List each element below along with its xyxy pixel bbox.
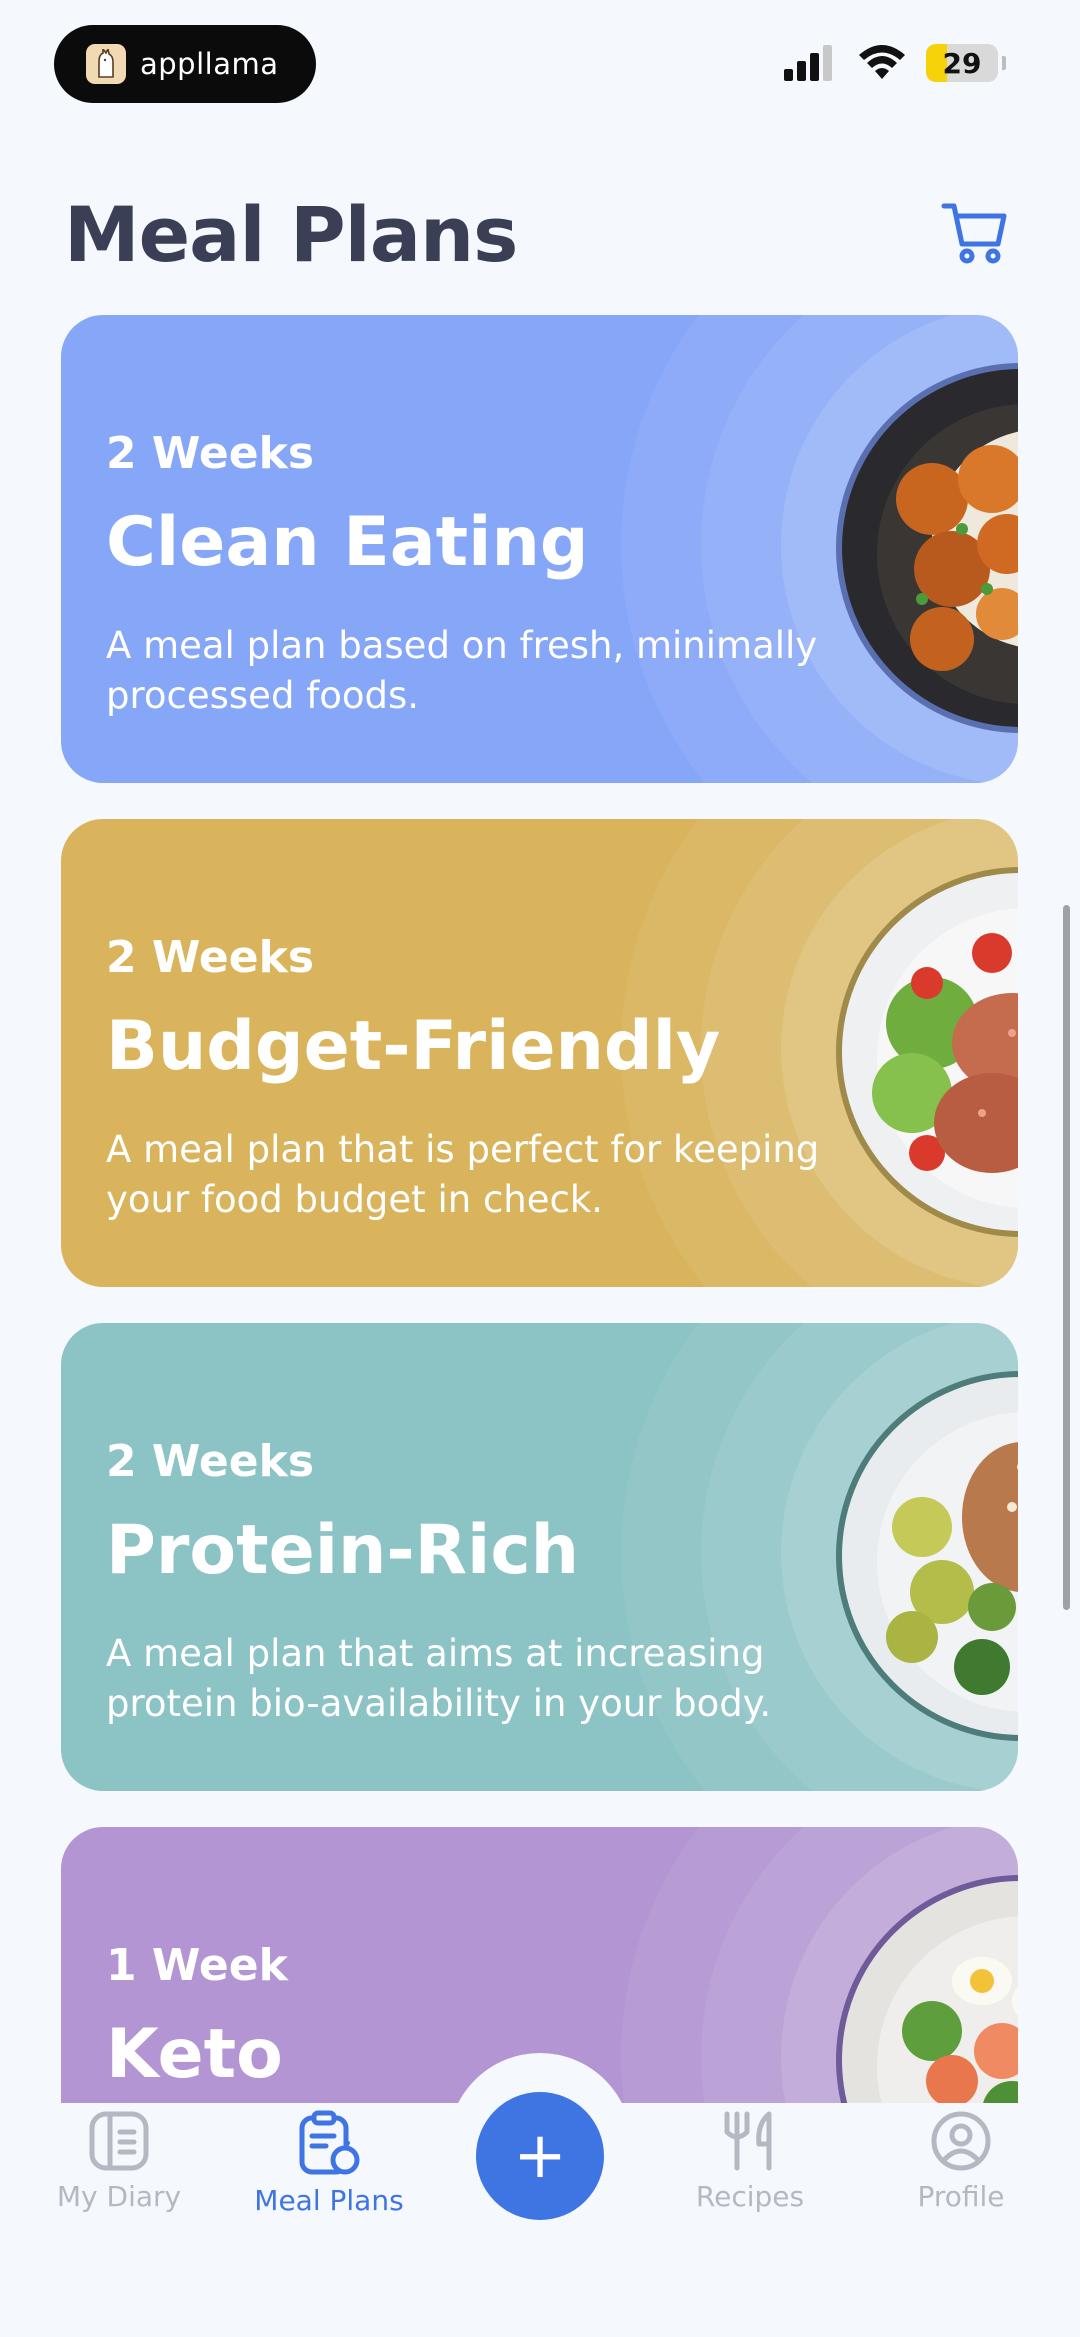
plan-name: Budget-Friendly: [106, 1007, 721, 1086]
page-title: Meal Plans: [64, 190, 518, 279]
plan-name: Protein-Rich: [106, 1511, 580, 1590]
plan-duration: 2 Weeks: [106, 1436, 315, 1487]
meal-plans-icon: [299, 2110, 360, 2175]
battery-level-text: 29: [942, 46, 982, 80]
plus-icon: +: [513, 2119, 567, 2193]
wifi-icon: [859, 45, 905, 79]
plan-name: Clean Eating: [106, 503, 589, 582]
plan-name: Keto: [106, 2015, 283, 2094]
plan-description: A meal plan that is perfect for keeping …: [106, 1128, 820, 1221]
tab-label: Recipes: [695, 2180, 805, 2213]
tab-meal-plans[interactable]: Meal Plans: [229, 2110, 429, 2217]
plan-description: A meal plan based on fresh, minimally pr…: [106, 624, 818, 717]
app-indicator-pill[interactable]: appllama: [54, 25, 316, 103]
diary-icon: [89, 2111, 149, 2171]
tab-recipes[interactable]: Recipes: [650, 2110, 850, 2213]
meal-plan-card-clean-eating[interactable]: 2 Weeks Clean Eating A meal plan based o…: [61, 315, 1018, 783]
tab-label: Profile: [917, 2180, 1005, 2213]
scrollbar[interactable]: [1063, 905, 1070, 1610]
meal-plan-card-budget-friendly[interactable]: 2 Weeks Budget-Friendly A meal plan that…: [61, 819, 1018, 1287]
tab-label: Meal Plans: [254, 2184, 404, 2217]
plan-duration: 2 Weeks: [106, 932, 315, 983]
meal-plan-list: 2 Weeks Clean Eating A meal plan based o…: [61, 315, 1018, 2331]
cart-button[interactable]: [940, 198, 1010, 268]
status-app-name: appllama: [140, 47, 279, 81]
tab-my-diary[interactable]: My Diary: [19, 2110, 219, 2213]
tab-label: My Diary: [56, 2180, 182, 2213]
recipes-icon: [724, 2111, 772, 2171]
llama-logo-icon: [86, 44, 126, 84]
profile-icon: [931, 2111, 991, 2171]
shopping-cart-icon: [941, 203, 1007, 264]
battery-indicator: 29: [926, 44, 998, 82]
add-button[interactable]: +: [476, 2092, 604, 2220]
tab-profile[interactable]: Profile: [861, 2110, 1061, 2213]
plan-description: A meal plan that aims at increasing prot…: [106, 1632, 772, 1725]
plan-duration: 2 Weeks: [106, 428, 315, 479]
plan-duration: 1 Week: [106, 1940, 288, 1991]
cellular-signal-icon: [784, 45, 832, 81]
meal-plan-card-protein-rich[interactable]: 2 Weeks Protein-Rich A meal plan that ai…: [61, 1323, 1018, 1791]
